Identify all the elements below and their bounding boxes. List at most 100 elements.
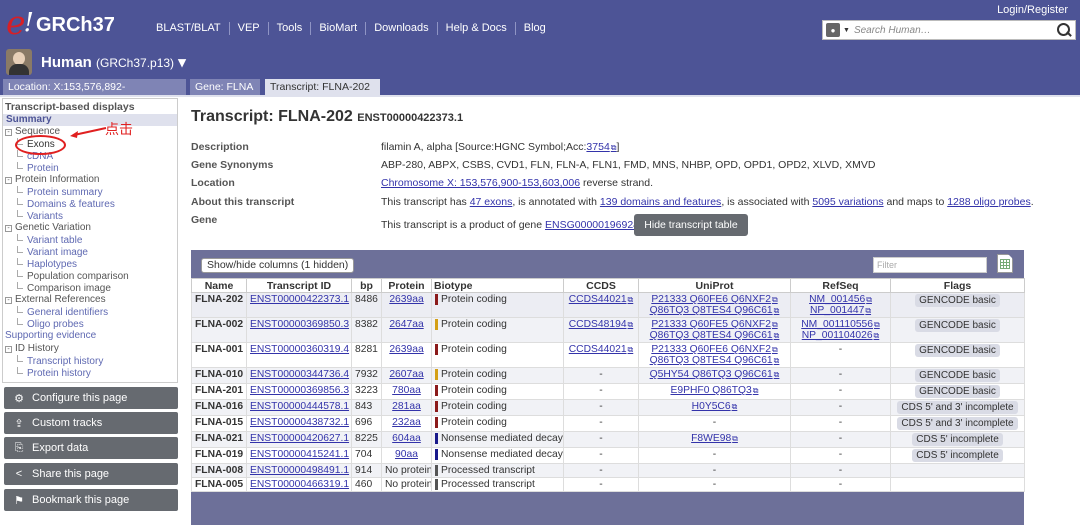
protein-link[interactable]: 2639aa xyxy=(389,344,423,355)
transcript-id-link[interactable]: ENST00000415241.1 xyxy=(250,449,349,460)
ccds-link[interactable]: CCDS44021 xyxy=(569,344,634,355)
domains-link[interactable]: 139 domains and features xyxy=(600,196,721,208)
search-box[interactable]: ● ▼ Search Human… xyxy=(822,20,1076,40)
nav-link-tools[interactable]: Tools xyxy=(269,22,312,35)
tab-gene[interactable]: Gene: FLNA xyxy=(190,79,260,95)
empty-cell: - xyxy=(838,433,843,444)
transcript-id-link[interactable]: ENST00000498491.1 xyxy=(250,465,349,476)
transcript-id-link[interactable]: ENST00000360319.4 xyxy=(250,344,349,355)
uniprot-link[interactable]: H0Y5C6 xyxy=(692,401,738,412)
column-header-ccds[interactable]: CCDS xyxy=(563,278,639,293)
tab-location[interactable]: Location: X:153,576,892-153,603,006 xyxy=(3,79,186,109)
sidebar-item-protein-history[interactable]: Protein history xyxy=(17,367,91,380)
transcript-id-link[interactable]: ENST00000369850.3 xyxy=(250,319,349,330)
login-register-link[interactable]: Login/Register xyxy=(997,4,1068,16)
search-input[interactable]: Search Human… xyxy=(854,25,1056,36)
export-spreadsheet-icon[interactable] xyxy=(997,254,1013,273)
transcript-id-link[interactable]: ENST00000444578.1 xyxy=(250,401,349,412)
hgnc-link[interactable]: 3754 xyxy=(586,141,616,153)
refseq-link[interactable]: NM_001456 xyxy=(809,294,872,305)
protein-link[interactable]: 604aa xyxy=(392,433,421,444)
biotype-label: Protein coding xyxy=(435,294,507,305)
column-header-biotype[interactable]: Biotype xyxy=(431,278,564,293)
ccds-link[interactable]: CCDS48194 xyxy=(569,319,634,330)
table-row: FLNA-021 ENST00000420627.1 8225 604aa Nonsen… xyxy=(191,431,1025,448)
refseq-link[interactable]: NP_001447 xyxy=(810,305,871,316)
species-icon[interactable]: ● xyxy=(826,23,840,37)
export-data-button[interactable]: ⎘ Export data xyxy=(4,437,178,459)
ccds-link[interactable]: CCDS44021 xyxy=(569,294,634,305)
uniprot-link[interactable]: Q86TQ3 Q8TES4 Q96C61 xyxy=(650,305,780,316)
transcript-name-cell: FLNA-001 xyxy=(191,342,247,368)
uniprot-link[interactable]: Q5HY54 Q86TQ3 Q96C61 xyxy=(650,369,780,380)
column-header-uniprot[interactable]: UniProt xyxy=(638,278,791,293)
search-icon[interactable] xyxy=(1056,22,1072,38)
refseq-link[interactable]: NP_001104026 xyxy=(802,330,880,341)
nav-link-biomart[interactable]: BioMart xyxy=(311,22,367,35)
location-link[interactable]: Chromosome X: 153,576,900-153,603,006 xyxy=(381,177,580,189)
nav-link-blast-blat[interactable]: BLAST/BLAT xyxy=(148,22,230,35)
nav-link-blog[interactable]: Blog xyxy=(516,22,554,35)
refseq-cell: NM_001110556NP_001104026 xyxy=(790,317,891,343)
sidebar-item-external-references[interactable]: - External References xyxy=(5,294,106,306)
transcript-id-link[interactable]: ENST00000420627.1 xyxy=(250,433,349,444)
oligo-link[interactable]: 1288 oligo probes xyxy=(947,196,1030,208)
species-dropdown-icon[interactable]: ▾ xyxy=(178,54,186,71)
custom-tracks-button[interactable]: ⇪ Custom tracks xyxy=(4,412,178,434)
transcript-id-link[interactable]: ENST00000344736.4 xyxy=(250,369,349,380)
column-header-flags[interactable]: Flags xyxy=(890,278,1025,293)
configure-page-button[interactable]: ⚙ Configure this page xyxy=(4,387,178,409)
ensembl-logo[interactable]: e! GRCh37 xyxy=(6,4,115,40)
sidebar-item-genetic-variation[interactable]: - Genetic Variation xyxy=(5,222,91,234)
transcript-id-link[interactable]: ENST00000438732.1 xyxy=(250,417,349,428)
exons-link[interactable]: 47 exons xyxy=(470,196,513,208)
collapse-icon[interactable]: - xyxy=(5,225,12,232)
species-title[interactable]: Human (GRCh37.p13) ▾ xyxy=(41,53,186,71)
nav-link-help-docs[interactable]: Help & Docs xyxy=(438,22,516,35)
column-header-protein[interactable]: Protein xyxy=(381,278,432,293)
show-hide-columns-button[interactable]: Show/hide columns (1 hidden) xyxy=(201,258,355,273)
hide-transcript-table-button[interactable]: Hide transcript table xyxy=(634,214,748,236)
tab-transcript[interactable]: Transcript: FLNA-202 xyxy=(265,79,380,95)
biotype-label: Nonsense mediated decay xyxy=(435,433,563,444)
variations-link[interactable]: 5095 variations xyxy=(812,196,883,208)
column-header-bp[interactable]: bp xyxy=(351,278,382,293)
protein-link[interactable]: 232aa xyxy=(392,417,421,428)
transcript-id-link[interactable]: ENST00000369856.3 xyxy=(250,385,349,396)
column-header-transcript-id[interactable]: Transcript ID xyxy=(246,278,352,293)
uniprot-link[interactable]: P21333 Q60FE6 Q6NXF2 xyxy=(651,294,777,305)
share-page-button[interactable]: < Share this page xyxy=(4,463,178,485)
uniprot-link[interactable]: E9PHF0 Q86TQ3 xyxy=(671,385,759,396)
gene-link[interactable]: ENSG00000196924 xyxy=(545,219,639,231)
sidebar-item-supporting-evidence[interactable]: Supporting evidence xyxy=(5,330,96,342)
refseq-link[interactable]: NM_001110556 xyxy=(801,319,879,330)
uniprot-link[interactable]: P21333 Q60FE6 Q6NXF2 xyxy=(651,344,777,355)
nav-link-downloads[interactable]: Downloads xyxy=(366,22,438,35)
nav-link-vep[interactable]: VEP xyxy=(230,22,269,35)
sidebar-item-summary[interactable]: Summary xyxy=(6,114,52,126)
uniprot-link[interactable]: F8WE98 xyxy=(691,433,738,444)
uniprot-link[interactable]: Q86TQ3 Q8TES4 Q96C61 xyxy=(650,330,780,341)
column-header-refseq[interactable]: RefSeq xyxy=(790,278,891,293)
bookmark-page-button[interactable]: ⚑ Bookmark this page xyxy=(4,489,178,511)
collapse-icon[interactable]: - xyxy=(5,129,12,136)
collapse-icon[interactable]: - xyxy=(5,177,12,184)
protein-link[interactable]: 2639aa xyxy=(389,294,423,305)
sidebar-item-id-history[interactable]: - ID History xyxy=(5,343,59,355)
collapse-icon[interactable]: - xyxy=(5,297,12,304)
ccds-cell: - xyxy=(563,447,639,464)
collapse-icon[interactable]: - xyxy=(5,346,12,353)
protein-link[interactable]: 281aa xyxy=(392,401,421,412)
protein-link[interactable]: 90aa xyxy=(395,449,418,460)
uniprot-link[interactable]: P21333 Q60FE5 Q6NXF2 xyxy=(651,319,777,330)
table-filter-input[interactable]: Filter xyxy=(873,257,987,273)
column-header-name[interactable]: Name xyxy=(191,278,247,293)
sidebar-item-protein-information[interactable]: - Protein Information xyxy=(5,174,100,186)
uniprot-link[interactable]: Q86TQ3 Q8TES4 Q96C61 xyxy=(650,355,780,366)
protein-link[interactable]: 780aa xyxy=(392,385,421,396)
protein-link[interactable]: 2647aa xyxy=(389,319,423,330)
chevron-down-icon[interactable]: ▼ xyxy=(843,27,850,34)
protein-link[interactable]: 2607aa xyxy=(389,369,423,380)
transcript-id-link[interactable]: ENST00000422373.1 xyxy=(250,294,349,305)
transcript-id-link[interactable]: ENST00000466319.1 xyxy=(250,479,349,490)
